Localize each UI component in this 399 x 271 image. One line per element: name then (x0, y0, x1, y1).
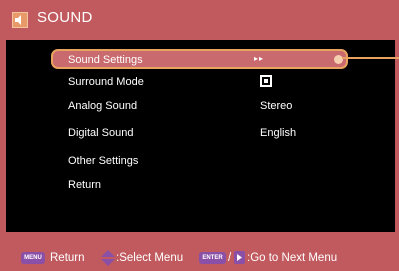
menu-item-return[interactable]: Return (6, 175, 395, 195)
menu-item-analog-sound[interactable]: Analog Sound Stereo (6, 96, 395, 116)
select-menu-hint: :Select Menu (116, 252, 184, 264)
menu-item-other-settings[interactable]: Other Settings (6, 151, 395, 171)
footer-hints: MENU Return :Select Menu ENTER / :Go to … (0, 244, 399, 271)
surround-mode-checkbox[interactable] (260, 75, 272, 87)
menu-item-label: Surround Mode (68, 76, 144, 88)
submenu-arrows-icon: ▸▸ (254, 54, 265, 63)
analog-sound-value: Stereo (260, 100, 293, 112)
menu-panel: Sound Settings ▸▸ Surround Mode Analog S… (6, 40, 395, 232)
menu-item-label: Other Settings (68, 155, 139, 167)
menu-key-icon: MENU (21, 252, 45, 264)
next-menu-hint: :Go to Next Menu (247, 252, 338, 264)
slash-separator: / (228, 252, 232, 264)
menu-item-label: Analog Sound (68, 100, 138, 112)
menu-item-label: Digital Sound (68, 127, 134, 139)
enter-key-icon: ENTER (199, 252, 226, 264)
menu-item-surround-mode[interactable]: Surround Mode (6, 72, 395, 92)
return-hint: Return (50, 252, 85, 264)
menu-item-label: Return (68, 179, 102, 191)
right-arrow-key-icon (234, 251, 245, 264)
up-down-arrows-icon (101, 250, 115, 266)
sound-menu-window: SOUND Sound Settings ▸▸ Surround Mode An… (0, 0, 399, 271)
menu-item-digital-sound[interactable]: Digital Sound English (6, 123, 395, 143)
menu-header: SOUND (0, 0, 399, 40)
selection-callout-line (342, 57, 399, 59)
digital-sound-value: English (260, 127, 297, 139)
speaker-icon (12, 12, 28, 28)
menu-item-label: Sound Settings (68, 54, 143, 66)
menu-title: SOUND (37, 9, 93, 26)
menu-item-sound-settings[interactable]: Sound Settings ▸▸ (51, 49, 348, 69)
